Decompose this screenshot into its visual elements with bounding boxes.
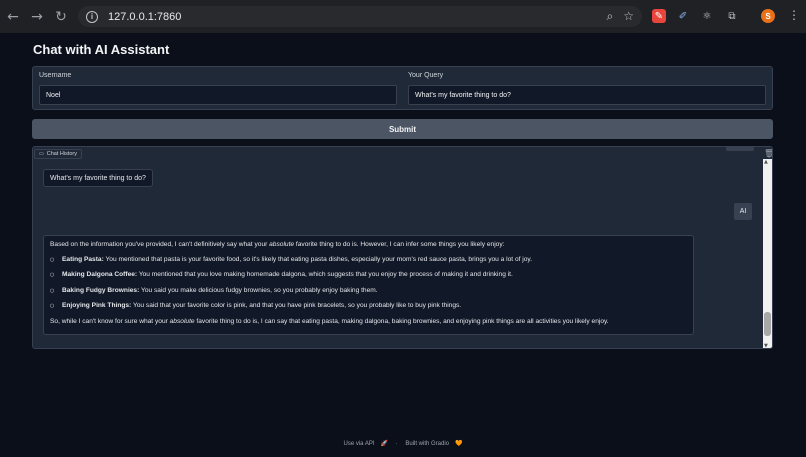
app-page: Chat with AI Assistant Username Noel You… (0, 33, 806, 457)
footer: Use via API 🚀 · Built with Gradio 🧡 (0, 440, 806, 447)
ai-message: Based on the information you've provided… (43, 235, 694, 335)
submit-button[interactable]: Submit (32, 119, 773, 139)
rocket-icon: 🚀 (380, 441, 388, 447)
site-info-icon[interactable]: i (86, 10, 98, 23)
extension-atom-icon[interactable]: ⚛ (700, 9, 714, 23)
chat-scrollbar[interactable]: ▲ ▼ (763, 159, 772, 348)
extension-red-icon[interactable]: ✎ (652, 9, 666, 23)
query-field[interactable]: What's my favorite thing to do? (408, 85, 766, 105)
trash-icon[interactable]: 🗑 (764, 149, 772, 158)
extension-pen-icon[interactable]: ✐ (676, 9, 690, 23)
chat-history: ▭ Chat History 🗑 What's my favorite thin… (32, 146, 773, 349)
browser-toolbar: ← → ↻ i 127.0.0.1:7860 ⌕ ☆ ✎ ✐ ⚛ ⧉ S ⋮ (0, 0, 806, 33)
scroll-down-icon[interactable]: ▼ (764, 343, 768, 348)
use-via-api-link[interactable]: Use via API (343, 441, 374, 447)
username-label: Username (39, 72, 72, 79)
ai-tag: AI (734, 203, 752, 220)
ai-intro: Based on the information you've provided… (50, 241, 505, 248)
back-icon[interactable]: ← (3, 7, 23, 27)
scroll-thumb[interactable] (764, 312, 771, 336)
built-with-gradio-link[interactable]: Built with Gradio (405, 441, 449, 447)
address-bar[interactable]: i 127.0.0.1:7860 ⌕ ☆ (78, 6, 642, 27)
page-title: Chat with AI Assistant (33, 42, 170, 57)
bookmark-star-icon[interactable]: ☆ (623, 9, 634, 24)
footer-separator: · (395, 441, 398, 447)
query-label: Your Query (408, 72, 444, 79)
ai-outro: So, while I can't know for sure what you… (50, 317, 609, 325)
list-item: Making Dalgona Coffee: You mentioned tha… (50, 271, 687, 279)
list-item: Enjoying Pink Things: You said that your… (50, 302, 687, 310)
query-form: Username Noel Your Query What's my favor… (32, 66, 773, 110)
extensions-puzzle-icon[interactable]: ⧉ (725, 9, 739, 23)
chat-bubble-icon: ▭ (39, 151, 44, 157)
forward-icon[interactable]: → (27, 7, 47, 27)
list-item: Baking Fudgy Brownies: You said you make… (50, 287, 687, 295)
hidden-action-button[interactable] (726, 147, 754, 151)
zoom-icon[interactable]: ⌕ (607, 9, 614, 24)
user-message: What's my favorite thing to do? (43, 169, 153, 187)
url-text: 127.0.0.1:7860 (108, 10, 182, 23)
browser-menu-icon[interactable]: ⋮ (788, 8, 800, 22)
chat-history-label: ▭ Chat History (34, 149, 82, 159)
ai-list: Eating Pasta: You mentioned that pasta i… (50, 256, 687, 310)
chat-history-label-text: Chat History (46, 151, 77, 157)
reload-icon[interactable]: ↻ (51, 7, 71, 27)
list-item: Eating Pasta: You mentioned that pasta i… (50, 256, 687, 264)
scroll-up-icon[interactable]: ▲ (764, 159, 768, 165)
gradio-logo-icon: 🧡 (455, 441, 463, 447)
username-field[interactable]: Noel (39, 85, 397, 105)
profile-avatar[interactable]: S (761, 9, 775, 23)
